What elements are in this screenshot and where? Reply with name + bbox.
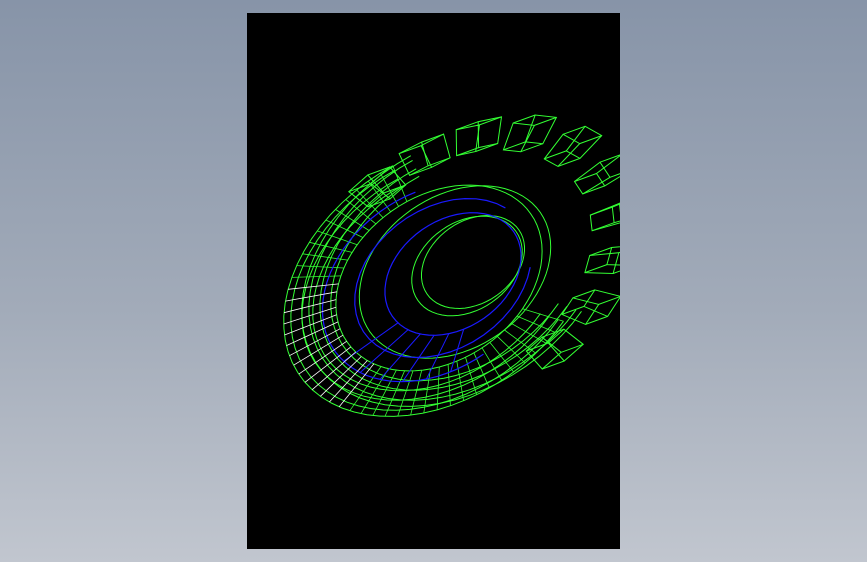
tooth-edge [574,173,597,182]
tooth-edge [398,145,422,155]
tooth-back-face [611,203,620,224]
tooth-front-face [589,202,620,232]
gear-teeth-wireframe [348,114,620,370]
tooth-edge [584,264,608,274]
tooth-edge [619,202,620,204]
segment-line [447,364,451,406]
bore-edge [411,215,523,317]
tooth-edge [409,166,432,176]
hub-outer-edge [335,184,543,372]
tooth-edge [513,114,536,124]
tooth-edge [609,173,620,178]
tooth-edge [618,251,620,254]
segment-line [309,241,353,253]
tooth-front-face [543,133,581,168]
cad-viewport[interactable] [247,13,620,549]
tooth-front-face [502,122,536,153]
tooth-edge [421,133,444,143]
blue-spoke [379,333,421,380]
segment-line [325,219,364,238]
tooth-edge [561,343,584,353]
tooth-edge [427,157,451,167]
tooth-edge [542,360,565,370]
inner-hub-wireframe [335,184,552,372]
blue-arc [384,212,522,336]
segment-line [522,308,564,322]
tooth-edge [591,222,615,232]
tooth-edge [572,289,596,299]
wireframe-model [283,114,620,417]
tooth-edge [590,206,613,216]
highlight-segment-line [284,314,337,336]
tooth-edge [585,315,608,325]
tooth-back-face [420,133,451,168]
segment-line [372,369,397,416]
segment-line [345,199,377,225]
bore-edge-back [421,214,525,310]
segment-line [296,265,344,269]
